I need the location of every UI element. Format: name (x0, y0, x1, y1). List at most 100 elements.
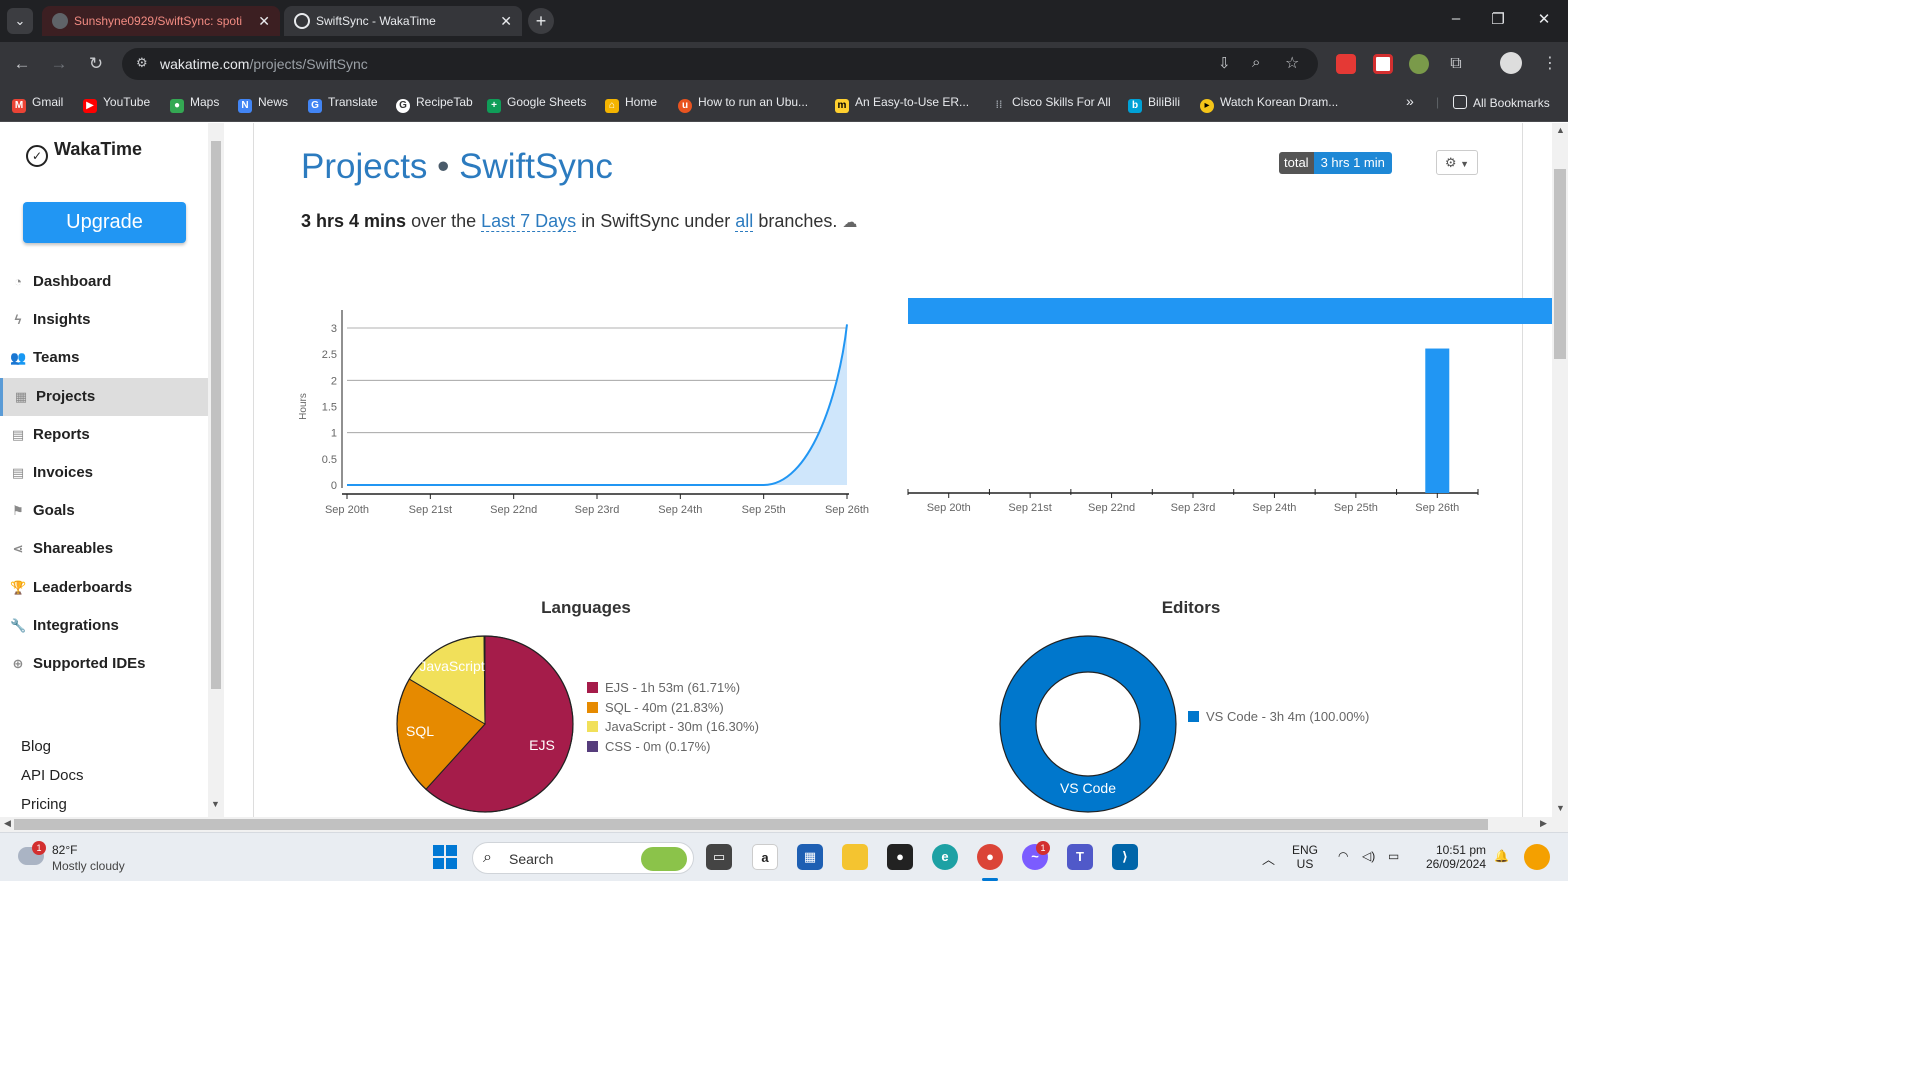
sidebar-item-projects[interactable]: ▦ Projects (0, 377, 208, 416)
store-icon[interactable]: ▦ (797, 844, 823, 870)
forward-arrow-icon[interactable]: → (47, 52, 71, 76)
battery-icon[interactable]: ▭ (1388, 849, 1399, 863)
cisco-icon: ⁞⁞ (995, 100, 1003, 111)
scroll-down-arrow-icon[interactable]: ▼ (211, 799, 220, 809)
range-dropdown[interactable]: Last 7 Days (481, 211, 577, 232)
all-bookmarks[interactable]: All Bookmarks (1453, 95, 1550, 110)
sidebar-scrollbar[interactable]: ▼ (208, 123, 224, 817)
extensions-puzzle-icon[interactable]: ⧉ (1446, 54, 1466, 74)
tab-wakatime[interactable]: SwiftSync - WakaTime ✕ (284, 6, 522, 36)
url-bar[interactable]: ⚙ wakatime.com/projects/SwiftSync ⇩ ⌕ ☆ (122, 48, 1318, 80)
menu-kebab-icon[interactable]: ⋮ (1540, 54, 1560, 74)
settings-dropdown-button[interactable]: ⚙ ▼ (1436, 150, 1478, 175)
link-pricing[interactable]: Pricing (21, 796, 67, 813)
scroll-left-arrow-icon[interactable]: ◀ (4, 818, 11, 829)
bookmark-maps[interactable]: ● Maps (170, 95, 219, 113)
link-blog[interactable]: Blog (21, 738, 51, 755)
url-path: /projects/SwiftSync (249, 56, 368, 72)
wifi-icon[interactable]: ◠ (1338, 849, 1348, 863)
bookmark-translate[interactable]: G Translate (308, 95, 378, 113)
bookmark-bilibili[interactable]: b BiliBili (1128, 95, 1180, 113)
sidebar-item-label: Projects (36, 387, 96, 405)
extension-avatar-icon[interactable] (1409, 54, 1429, 74)
legend-label: JavaScript - 30m (16.30%) (605, 719, 759, 734)
bookmark-gmail[interactable]: M Gmail (12, 95, 63, 113)
tab-search-chevron-icon[interactable]: ⌄ (7, 8, 33, 34)
legend-item[interactable]: SQL - 40m (21.83%) (587, 700, 724, 715)
sidebar-item-shareables[interactable]: ⋖ Shareables (0, 530, 208, 568)
close-tab-icon[interactable]: ✕ (500, 6, 512, 36)
zoom-icon[interactable]: ⌕ (1252, 54, 1260, 71)
install-app-icon[interactable]: ⇩ (1218, 54, 1231, 72)
close-tab-icon[interactable]: ✕ (258, 6, 270, 36)
legend-item[interactable]: EJS - 1h 53m (61.71%) (587, 680, 740, 695)
legend-item[interactable]: VS Code - 3h 4m (100.00%) (1188, 709, 1369, 724)
sidebar-item-invoices[interactable]: ▤ Invoices (0, 454, 208, 492)
extension-pocket-icon[interactable] (1373, 54, 1393, 74)
sidebar-item-integrations[interactable]: 🔧 Integrations (0, 607, 208, 645)
edge-icon[interactable]: e (932, 844, 958, 870)
bookmark-home[interactable]: ⌂ Home (605, 95, 657, 113)
taskbar-search[interactable]: ⌕ Search (472, 842, 694, 874)
extension-red-icon[interactable] (1336, 54, 1356, 74)
bookmark-label: RecipeTab (416, 95, 473, 109)
notification-bell-icon[interactable]: 🔔 (1494, 849, 1509, 863)
task-view-icon[interactable]: ▭ (706, 844, 732, 870)
bookmark-youtube[interactable]: ▶ YouTube (83, 95, 150, 113)
page-scroll-thumb[interactable] (1554, 169, 1566, 359)
bookmark-cisco[interactable]: ⁞⁞ Cisco Skills For All (992, 95, 1111, 113)
sidebar-item-teams[interactable]: 👥 Teams (0, 339, 208, 377)
cloud-download-icon[interactable]: ☁ (842, 214, 857, 231)
page-scrollbar[interactable]: ▲ ▼ (1552, 123, 1568, 817)
bookmark-ubuntu[interactable]: u How to run an Ubu... (678, 95, 808, 113)
legend-item[interactable]: JavaScript - 30m (16.30%) (587, 719, 759, 734)
github-desktop-icon[interactable]: ● (887, 844, 913, 870)
link-api-docs[interactable]: API Docs (21, 767, 84, 784)
clock[interactable]: 10:51 pm 26/09/2024 (1418, 843, 1486, 871)
bookmark-korean-drama[interactable]: ▸ Watch Korean Dram... (1200, 95, 1338, 113)
sidebar-item-goals[interactable]: ⚑ Goals (0, 492, 208, 530)
back-arrow-icon[interactable]: ← (10, 52, 34, 76)
copilot-icon[interactable] (1524, 844, 1550, 870)
sidebar-item-supported-ides[interactable]: ⊕ Supported IDEs (0, 645, 208, 683)
new-tab-plus-icon[interactable]: + (528, 8, 554, 34)
scroll-up-arrow-icon[interactable]: ▲ (1556, 125, 1565, 135)
sidebar-item-reports[interactable]: ▤ Reports (0, 416, 208, 454)
horizontal-scroll-thumb[interactable] (14, 819, 1488, 830)
horizontal-scrollbar[interactable]: ◀ ▶ (0, 817, 1568, 832)
teams-icon[interactable]: T (1067, 844, 1093, 870)
windows-start-icon[interactable] (432, 844, 458, 870)
sidebar-scroll-thumb[interactable] (211, 141, 221, 689)
bookmark-news[interactable]: N News (238, 95, 288, 113)
sidebar-item-dashboard[interactable]: ◔ Dashboard (0, 263, 208, 301)
bookmark-recipetab[interactable]: G RecipeTab (396, 95, 473, 113)
bookmark-miro[interactable]: m An Easy-to-Use ER... (835, 95, 969, 113)
profile-avatar-icon[interactable] (1500, 52, 1522, 74)
reload-icon[interactable]: ↻ (84, 52, 108, 76)
branches-dropdown[interactable]: all (735, 211, 754, 232)
bookmark-star-icon[interactable]: ☆ (1285, 53, 1299, 73)
amazon-icon[interactable]: a (752, 844, 778, 870)
minimize-icon[interactable]: – (1444, 10, 1468, 27)
scroll-right-arrow-icon[interactable]: ▶ (1540, 818, 1547, 829)
chrome-icon[interactable]: ● (977, 844, 1003, 870)
scroll-down-arrow-icon[interactable]: ▼ (1556, 803, 1565, 813)
upgrade-button[interactable]: Upgrade (23, 202, 186, 243)
tab-github[interactable]: Sunshyne0929/SwiftSync: spoti ✕ (42, 6, 280, 36)
vscode-icon[interactable]: ⟩ (1112, 844, 1138, 870)
input-language[interactable]: ENG US (1292, 843, 1318, 871)
brand[interactable]: ✓ WakaTime (26, 139, 142, 167)
more-bookmarks-chevron-icon[interactable]: » (1406, 93, 1414, 109)
close-window-icon[interactable]: ✕ (1532, 10, 1556, 28)
file-explorer-icon[interactable] (842, 844, 868, 870)
volume-icon[interactable]: ◁) (1362, 849, 1375, 863)
bookmark-google-sheets[interactable]: + Google Sheets (487, 95, 586, 113)
tray-chevron-icon[interactable]: ︿ (1262, 849, 1275, 868)
sidebar-item-insights[interactable]: ϟ Insights (0, 301, 208, 339)
site-info-icon[interactable]: ⚙ (136, 55, 148, 71)
restore-icon[interactable]: ❐ (1486, 10, 1510, 28)
x-tick-label: Sep 21st (409, 504, 452, 516)
legend-item[interactable]: CSS - 0m (0.17%) (587, 739, 710, 754)
sidebar-item-leaderboards[interactable]: 🏆 Leaderboards (0, 569, 208, 607)
breadcrumb-projects[interactable]: Projects (301, 147, 427, 186)
